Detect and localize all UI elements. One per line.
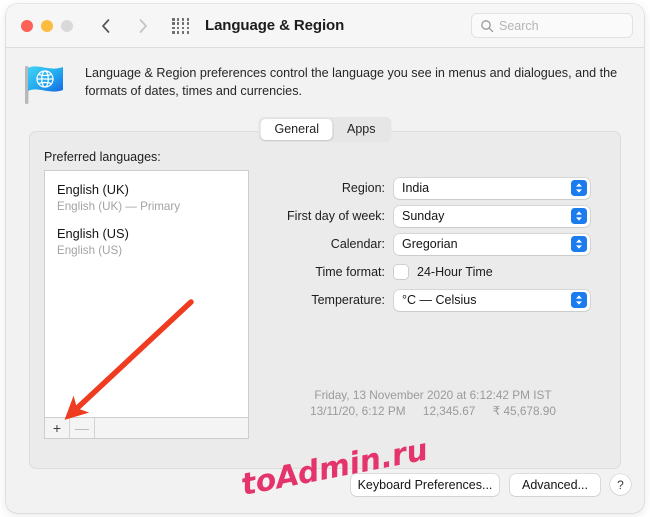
preview-currency: ₹ 45,678.90 bbox=[492, 404, 556, 418]
chevron-updown-icon[interactable] bbox=[571, 180, 587, 196]
help-button[interactable]: ? bbox=[610, 474, 631, 495]
search-icon bbox=[480, 19, 494, 33]
description-row: Language & Region preferences control th… bbox=[6, 48, 644, 110]
form-row-time-format: Time format: 24-Hour Time bbox=[30, 261, 602, 283]
chevron-updown-icon[interactable] bbox=[571, 208, 587, 224]
maximize-window-button[interactable] bbox=[61, 20, 73, 32]
preferred-languages-label: Preferred languages: bbox=[44, 150, 161, 164]
tab-apps[interactable]: Apps bbox=[333, 119, 390, 140]
chevron-updown-icon[interactable] bbox=[571, 236, 587, 252]
temperature-select[interactable]: °C — Celsius bbox=[394, 289, 590, 311]
calendar-label: Calendar: bbox=[330, 237, 385, 251]
search-field[interactable] bbox=[471, 13, 633, 38]
region-label: Region: bbox=[341, 181, 385, 195]
close-window-button[interactable] bbox=[21, 20, 33, 32]
format-preview: Friday, 13 November 2020 at 6:12:42 PM I… bbox=[258, 387, 608, 419]
advanced-button[interactable]: Advanced... bbox=[510, 474, 600, 496]
form-row-first-day: First day of week: Sunday bbox=[30, 205, 602, 227]
forward-chevron-icon[interactable] bbox=[133, 15, 153, 37]
all-preferences-grid-icon[interactable] bbox=[172, 18, 190, 34]
temperature-label: Temperature: bbox=[311, 293, 385, 307]
calendar-select[interactable]: Gregorian bbox=[394, 233, 590, 255]
tab-general[interactable]: General bbox=[260, 119, 333, 140]
flag-globe-icon bbox=[18, 60, 70, 108]
first-day-value: Sunday bbox=[402, 208, 445, 223]
preview-number: 12,345.67 bbox=[422, 404, 476, 418]
chevron-updown-icon[interactable] bbox=[571, 292, 587, 308]
temperature-value: °C — Celsius bbox=[402, 292, 477, 307]
remove-language-button[interactable]: — bbox=[70, 418, 95, 438]
back-chevron-icon[interactable] bbox=[96, 15, 116, 37]
preferences-window: Language & Region Search Language & Regi… bbox=[6, 4, 644, 513]
search-input[interactable] bbox=[499, 14, 624, 37]
language-list-toolbar: + — bbox=[44, 418, 249, 439]
add-language-button[interactable]: + bbox=[45, 418, 70, 438]
preview-short-date: 13/11/20, 6:12 PM bbox=[310, 404, 406, 418]
24-hour-time-checkbox[interactable] bbox=[394, 265, 408, 279]
first-day-label: First day of week: bbox=[287, 209, 385, 223]
preview-long-date: Friday, 13 November 2020 at 6:12:42 PM I… bbox=[314, 388, 552, 402]
settings-panel: Preferred languages: English (UK) Englis… bbox=[29, 131, 621, 469]
calendar-value: Gregorian bbox=[402, 236, 458, 251]
description-text: Language & Region preferences control th… bbox=[85, 66, 618, 98]
first-day-select[interactable]: Sunday bbox=[394, 205, 590, 227]
form-row-temperature: Temperature: °C — Celsius bbox=[30, 289, 602, 311]
24-hour-time-label: 24-Hour Time bbox=[417, 265, 493, 279]
time-format-label: Time format: bbox=[315, 265, 385, 279]
form-row-calendar: Calendar: Gregorian bbox=[30, 233, 602, 255]
region-select[interactable]: India bbox=[394, 177, 590, 199]
form-row-region: Region: India bbox=[30, 177, 602, 199]
minimize-window-button[interactable] bbox=[41, 20, 53, 32]
window-titlebar: Language & Region bbox=[6, 4, 644, 48]
region-value: India bbox=[402, 180, 430, 195]
page-title: Language & Region bbox=[205, 17, 345, 34]
tab-bar: General Apps bbox=[258, 117, 392, 142]
